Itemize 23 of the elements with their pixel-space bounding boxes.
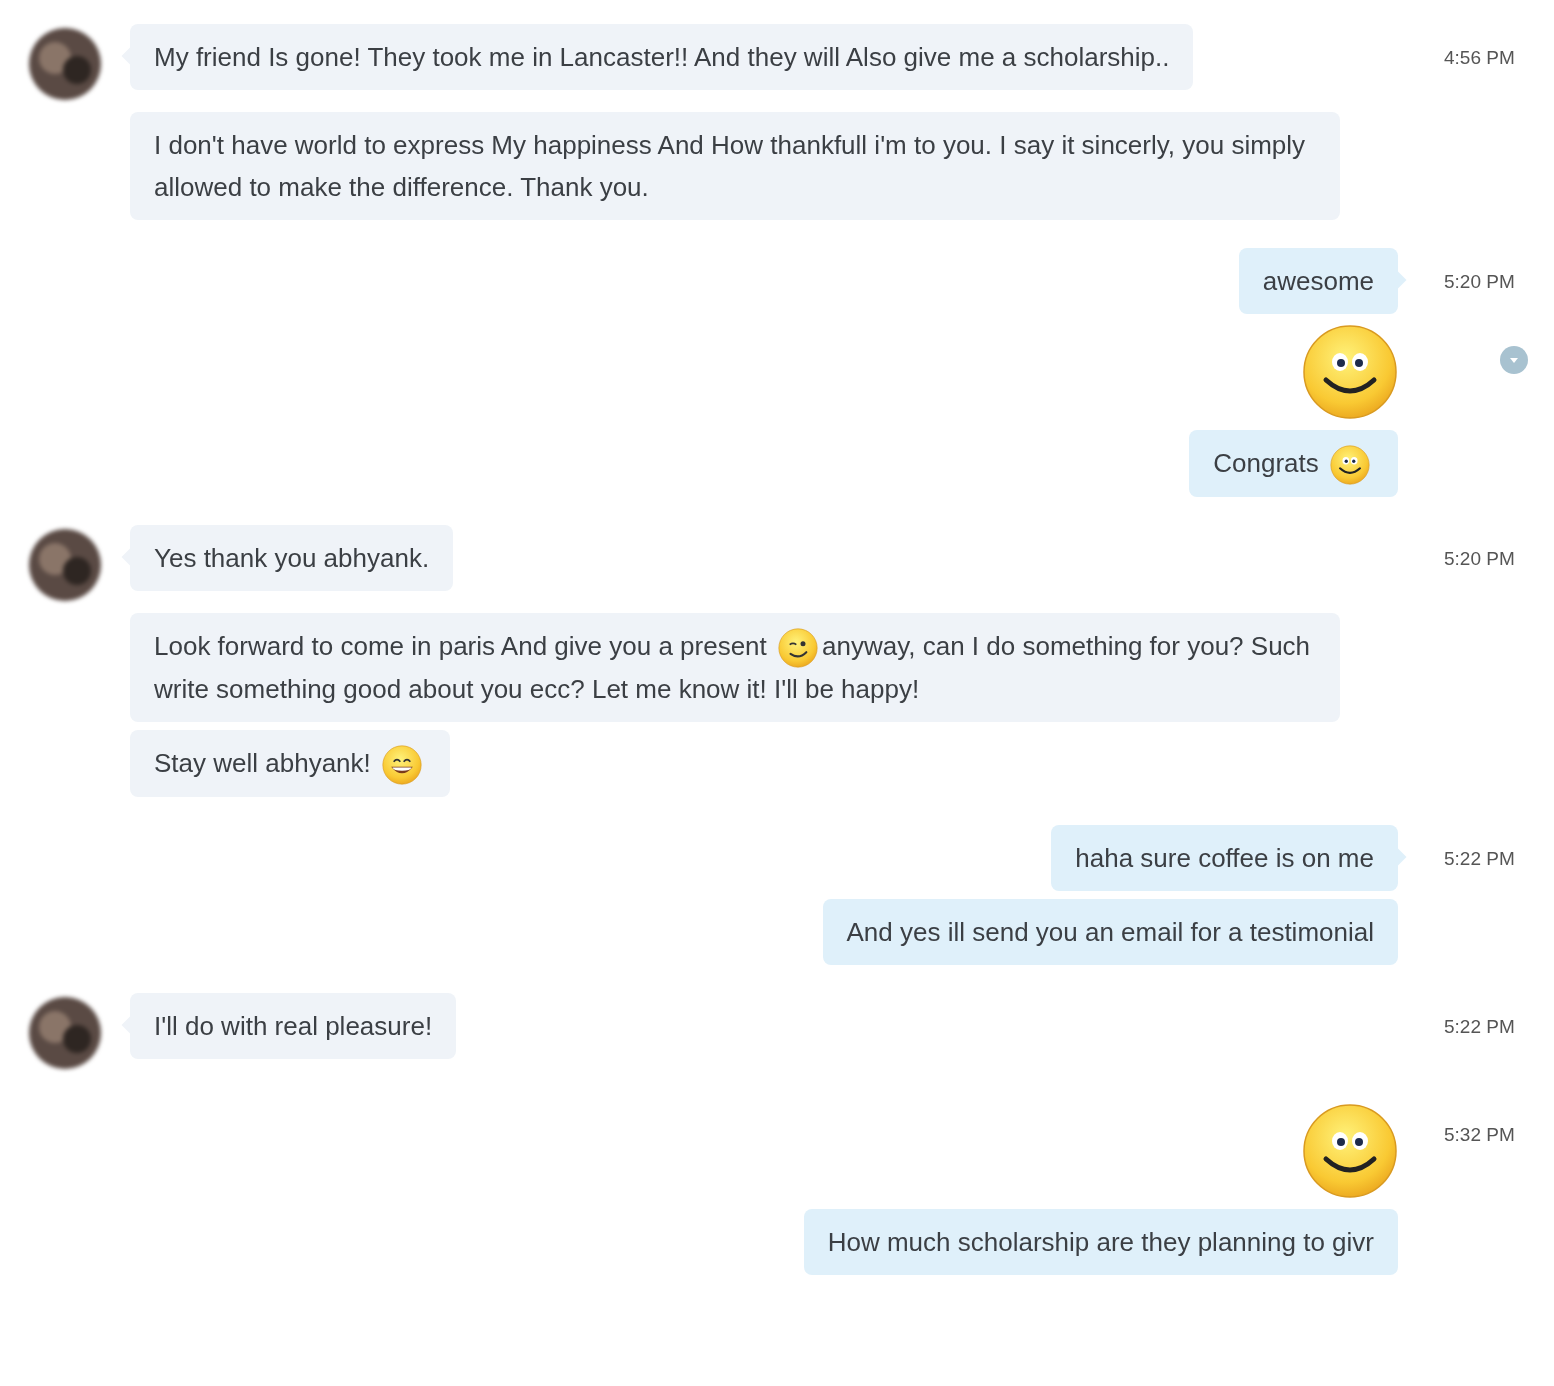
smiley-icon — [1330, 445, 1370, 486]
message-bubble: How much scholarship are they planning to givr — [803, 1209, 1398, 1276]
message-bubble: Look forward to come in paris And give you a present anyway, can I do something for you? Such write something good about you ecc? Let me know it! I'll be happy! — [130, 613, 1340, 723]
message-bubble: My friend Is gone! They took me in Lancaster!! And they will Also give me a scholarship.. — [130, 24, 1194, 90]
message-bubble: Congrats — [1189, 430, 1398, 498]
timestamp: 5:20 PM — [1444, 270, 1515, 294]
message-bubble: awesome — [1238, 248, 1398, 314]
grinning-face-icon — [382, 745, 423, 786]
timestamp: 4:56 PM — [1444, 46, 1515, 70]
message-bubble: I don't have world to express My happiness And How thankfull i'm to you. I say it sincerly, you simply allowed to make the difference. Thank you. — [130, 112, 1340, 220]
message-bubble: I'll do with real pleasure! — [130, 993, 457, 1060]
timestamp: 5:22 PM — [1444, 1015, 1515, 1040]
timestamp: 5:22 PM — [1444, 847, 1515, 872]
timestamp: 5:32 PM — [1444, 1123, 1515, 1148]
message-bubble: And yes ill send you an email for a testimonial — [822, 899, 1398, 966]
message-bubble: Stay well abhyank! — [130, 730, 451, 798]
message-bubble: haha sure coffee is on me — [1051, 825, 1398, 892]
smiley-icon — [1302, 324, 1398, 420]
dropdown-icon[interactable] — [1500, 346, 1528, 374]
winking-face-icon — [778, 628, 819, 669]
timestamp: 5:20 PM — [1444, 547, 1515, 572]
message-bubble: Yes thank you abhyank. — [130, 525, 454, 592]
smiley-icon — [1302, 1103, 1398, 1200]
